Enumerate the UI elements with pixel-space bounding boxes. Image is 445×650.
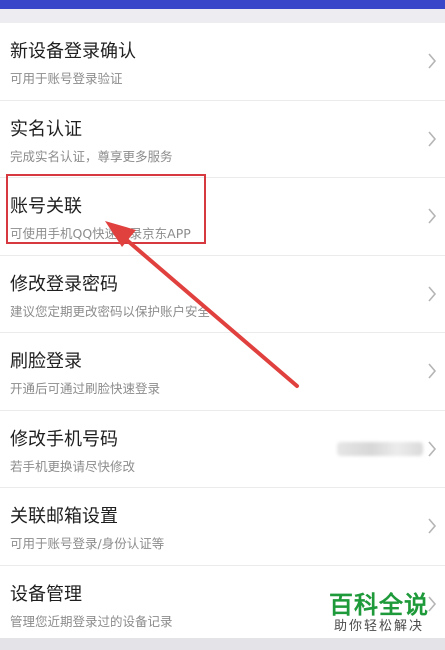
setting-row-change-password[interactable]: 修改登录密码 建议您定期更改密码以保护账户安全 — [0, 256, 445, 333]
setting-title: 刷脸登录 — [10, 351, 82, 372]
watermark-subtitle: 助你轻松解决 — [333, 619, 424, 634]
chevron-right-icon — [428, 518, 437, 534]
chevron-right-icon — [428, 208, 437, 224]
setting-row-real-name[interactable]: 实名认证 完成实名认证，尊享更多服务 — [0, 101, 445, 178]
chevron-right-icon — [428, 363, 437, 379]
setting-title: 设备管理 — [10, 583, 82, 605]
section-gap — [0, 9, 445, 23]
setting-subtitle: 可用于账号登录验证 — [10, 71, 123, 86]
setting-row-email[interactable]: 关联邮箱设置 可用于账号登录/身份认证等 — [0, 488, 445, 566]
setting-row-change-phone[interactable]: 修改手机号码 若手机更换请尽快修改 — [0, 411, 445, 488]
settings-list: 新设备登录确认 可用于账号登录验证 实名认证 完成实名认证，尊享更多服务 账号关… — [0, 23, 445, 643]
setting-subtitle: 可用于账号登录/身份认证等 — [10, 536, 165, 551]
chevron-right-icon — [428, 440, 437, 457]
setting-row-new-device-login[interactable]: 新设备登录确认 可用于账号登录验证 — [0, 23, 445, 101]
header-bar — [0, 0, 445, 9]
setting-row-face-login[interactable]: 刷脸登录 开通后可通过刷脸快速登录 — [0, 333, 445, 411]
chevron-right-icon — [428, 285, 437, 302]
setting-row-account-link[interactable]: 账号关联 可使用手机QQ快速登录京东APP — [0, 178, 445, 256]
watermark-title: 百科全说 — [329, 591, 429, 619]
setting-title: 修改手机号码 — [10, 428, 118, 450]
bottom-gap — [0, 638, 445, 650]
setting-subtitle: 开通后可通过刷脸快速登录 — [10, 381, 161, 396]
chevron-right-icon — [428, 130, 437, 147]
setting-title: 关联邮箱设置 — [10, 506, 118, 527]
setting-title: 修改登录密码 — [10, 273, 118, 295]
chevron-right-icon — [428, 53, 437, 69]
setting-subtitle: 建议您定期更改密码以保护账户安全 — [10, 303, 211, 319]
setting-title: 账号关联 — [10, 196, 82, 217]
setting-subtitle: 可使用手机QQ快速登录京东APP — [10, 226, 191, 241]
watermark: 百科全说 助你轻松解决 — [318, 592, 440, 636]
setting-title: 新设备登录确认 — [10, 41, 136, 62]
setting-subtitle: 若手机更换请尽快修改 — [10, 458, 136, 474]
setting-subtitle: 完成实名认证，尊享更多服务 — [10, 148, 173, 164]
setting-subtitle: 管理您近期登录过的设备记录 — [10, 613, 173, 629]
setting-title: 实名认证 — [10, 118, 82, 140]
phone-number-redacted — [337, 441, 423, 456]
